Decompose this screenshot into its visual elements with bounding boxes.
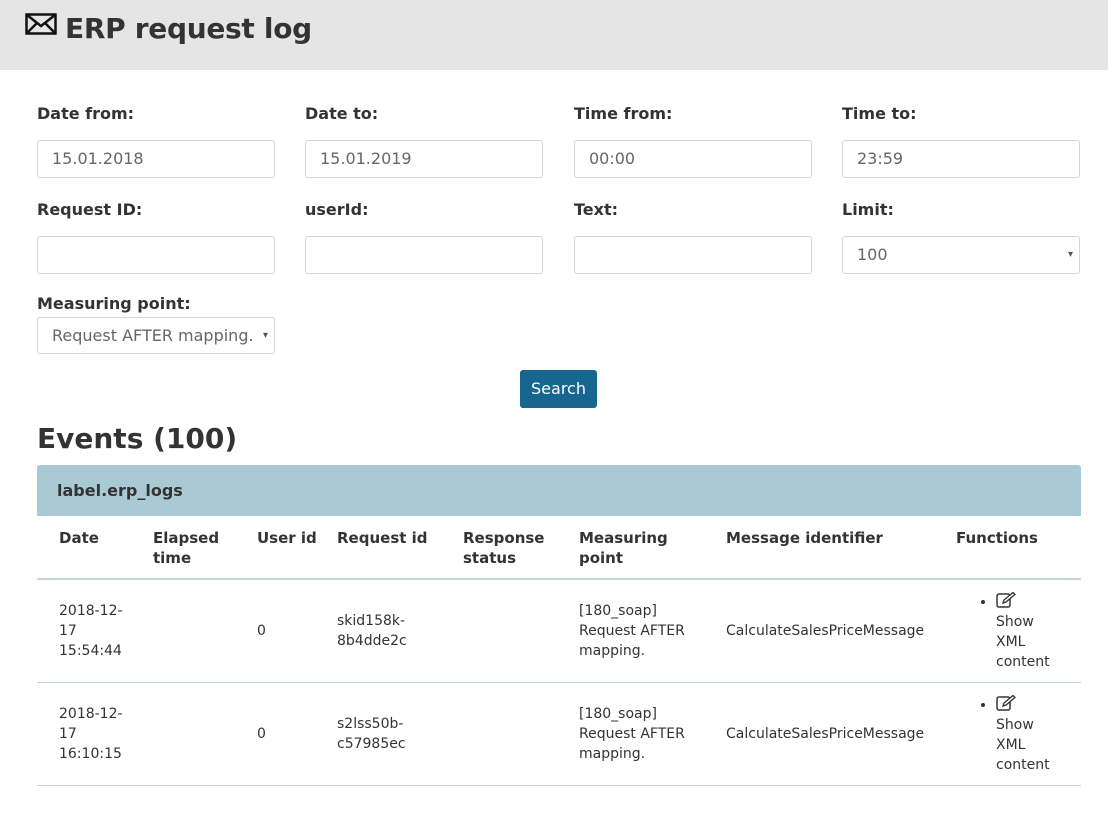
events-table: Date Elapsed time User id Request id Res… bbox=[37, 516, 1081, 786]
text-field: Text: bbox=[574, 200, 812, 274]
request-id-input[interactable] bbox=[37, 236, 275, 274]
time-from-field: Time from: 00:00 bbox=[574, 104, 812, 178]
cell-request-id: s2lss50b-c57985ec bbox=[327, 682, 453, 786]
edit-icon bbox=[996, 695, 1016, 711]
cell-measuring-point: [180_soap] Request AFTER mapping. bbox=[569, 682, 716, 786]
cell-request-id: skid158k-8b4dde2c bbox=[327, 579, 453, 683]
time-to-label: Time to: bbox=[842, 104, 917, 123]
search-button[interactable]: Search bbox=[520, 370, 597, 408]
user-id-input[interactable] bbox=[305, 236, 543, 274]
column-header-request-id[interactable]: Request id bbox=[327, 516, 453, 580]
table-header-row: Date Elapsed time User id Request id Res… bbox=[37, 516, 1081, 580]
show-xml-link[interactable]: Show XML content bbox=[996, 592, 1071, 672]
cell-functions: Show XML content bbox=[946, 682, 1081, 786]
text-label: Text: bbox=[574, 200, 619, 219]
text-input[interactable] bbox=[574, 236, 812, 274]
panel-label: label.erp_logs bbox=[57, 481, 183, 500]
column-header-date[interactable]: Date bbox=[37, 516, 143, 580]
date-from-label: Date from: bbox=[37, 104, 135, 123]
column-header-functions: Functions bbox=[946, 516, 1081, 580]
show-xml-label: Show XML content bbox=[996, 717, 1050, 773]
column-header-measuring-point[interactable]: Measuring point bbox=[569, 516, 716, 580]
column-header-user-id[interactable]: User id bbox=[247, 516, 327, 580]
cell-status bbox=[453, 579, 569, 683]
caret-down-icon: ▾ bbox=[262, 330, 268, 341]
cell-message-identifier: CalculateSalesPriceMessage bbox=[716, 682, 946, 786]
time-from-input[interactable]: 00:00 bbox=[574, 140, 812, 178]
events-title: Events (100) bbox=[37, 422, 238, 455]
cell-date: 2018-12-17 15:54:44 bbox=[37, 579, 143, 683]
measuring-point-value: Request AFTER mapping. bbox=[52, 326, 254, 345]
show-xml-label: Show XML content bbox=[996, 614, 1050, 670]
time-to-field: Time to: 23:59 bbox=[842, 104, 1080, 178]
limit-field: Limit: 100 ▾ bbox=[842, 200, 1080, 274]
panel-heading: label.erp_logs bbox=[37, 465, 1081, 516]
cell-measuring-point: [180_soap] Request AFTER mapping. bbox=[569, 579, 716, 683]
user-id-field: userId: bbox=[305, 200, 543, 274]
envelope-icon bbox=[25, 13, 57, 35]
cell-functions: Show XML content bbox=[946, 579, 1081, 683]
limit-value: 100 bbox=[857, 245, 888, 264]
cell-date: 2018-12-17 16:10:15 bbox=[37, 682, 143, 786]
cell-elapsed bbox=[143, 579, 247, 683]
request-id-label: Request ID: bbox=[37, 200, 143, 219]
measuring-point-select[interactable]: Request AFTER mapping. ▾ bbox=[37, 317, 275, 354]
caret-down-icon: ▾ bbox=[1067, 249, 1073, 260]
table-row: 2018-12-17 15:54:44 0 skid158k-8b4dde2c … bbox=[37, 579, 1081, 683]
column-header-response-status[interactable]: Response status bbox=[453, 516, 569, 580]
edit-icon bbox=[996, 592, 1016, 608]
limit-select[interactable]: 100 ▾ bbox=[842, 236, 1080, 274]
page-header: ERP request log bbox=[0, 0, 1108, 70]
cell-user-id: 0 bbox=[247, 579, 327, 683]
cell-user-id: 0 bbox=[247, 682, 327, 786]
cell-status bbox=[453, 682, 569, 786]
request-id-field: Request ID: bbox=[37, 200, 275, 274]
show-xml-link[interactable]: Show XML content bbox=[996, 695, 1071, 775]
date-to-input[interactable]: 15.01.2019 bbox=[305, 140, 543, 178]
measuring-point-field: Measuring point: Request AFTER mapping. … bbox=[37, 294, 275, 354]
cell-elapsed bbox=[143, 682, 247, 786]
date-from-input[interactable]: 15.01.2018 bbox=[37, 140, 275, 178]
date-from-field: Date from: 15.01.2018 bbox=[37, 104, 275, 178]
user-id-label: userId: bbox=[305, 200, 369, 219]
date-to-field: Date to: 15.01.2019 bbox=[305, 104, 543, 178]
cell-message-identifier: CalculateSalesPriceMessage bbox=[716, 579, 946, 683]
date-to-label: Date to: bbox=[305, 104, 379, 123]
column-header-elapsed-time[interactable]: Elapsed time bbox=[143, 516, 247, 580]
functions-list: Show XML content bbox=[956, 592, 1071, 672]
measuring-point-label: Measuring point: bbox=[37, 294, 191, 313]
limit-label: Limit: bbox=[842, 200, 894, 219]
functions-list: Show XML content bbox=[956, 695, 1071, 775]
column-header-message-identifier[interactable]: Message identifier bbox=[716, 516, 946, 580]
time-to-input[interactable]: 23:59 bbox=[842, 140, 1080, 178]
page-title: ERP request log bbox=[65, 12, 312, 45]
time-from-label: Time from: bbox=[574, 104, 673, 123]
table-row: 2018-12-17 16:10:15 0 s2lss50b-c57985ec … bbox=[37, 682, 1081, 786]
